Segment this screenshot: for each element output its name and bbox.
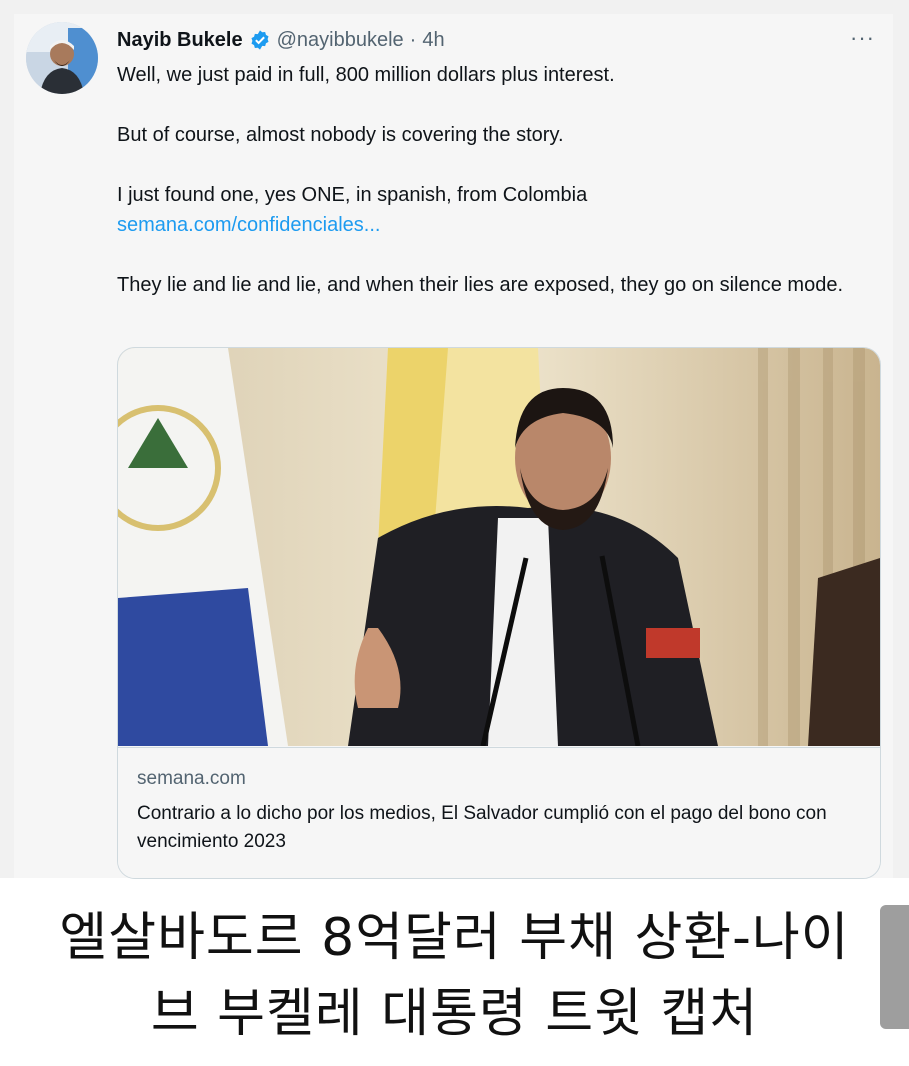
card-meta: semana.com Contrario a lo dicho por los … <box>118 747 880 878</box>
author-handle[interactable]: @nayibbukele <box>277 29 404 52</box>
caption-line: 엘살바도르 8억달러 부채 상환-나이 <box>59 908 850 968</box>
scrollbar-thumb[interactable] <box>880 905 909 1029</box>
tweet-line: Well, we just paid in full, 800 million … <box>117 64 615 86</box>
tweet-line: But of course, almost nobody is covering… <box>117 124 564 146</box>
tweet-line: They lie and lie and lie, and when their… <box>117 274 844 296</box>
card-domain: semana.com <box>137 768 246 789</box>
card-title[interactable]: Contrario a lo dicho por los medios, El … <box>137 800 867 856</box>
avatar-image <box>26 22 98 94</box>
tweet-text: Well, we just paid in full, 800 million … <box>117 60 877 300</box>
separator-dot: · <box>409 28 417 51</box>
tweet-line: I just found one, yes ONE, in spanish, f… <box>117 184 588 206</box>
tweet-header: Nayib Bukele @nayibbukele · 4h <box>117 26 445 54</box>
tweet-screenshot: Nayib Bukele @nayibbukele · 4h ··· Well,… <box>0 0 909 879</box>
verified-badge-icon <box>251 30 269 50</box>
image-caption: 엘살바도르 8억달러 부채 상환-나이 브 부켈레 대통령 트윗 캡처 <box>0 900 909 1052</box>
avatar[interactable] <box>26 22 98 94</box>
more-options-icon[interactable]: ··· <box>850 26 875 50</box>
caption-line: 브 부켈레 대통령 트윗 캡처 <box>150 984 759 1044</box>
tweet-timestamp[interactable]: 4h <box>422 29 444 52</box>
tweet-link[interactable]: semana.com/confidenciales... <box>117 214 380 236</box>
link-preview-card[interactable]: semana.com Contrario a lo dicho por los … <box>117 347 881 879</box>
author-name[interactable]: Nayib Bukele <box>117 29 243 52</box>
preview-image <box>118 348 880 746</box>
